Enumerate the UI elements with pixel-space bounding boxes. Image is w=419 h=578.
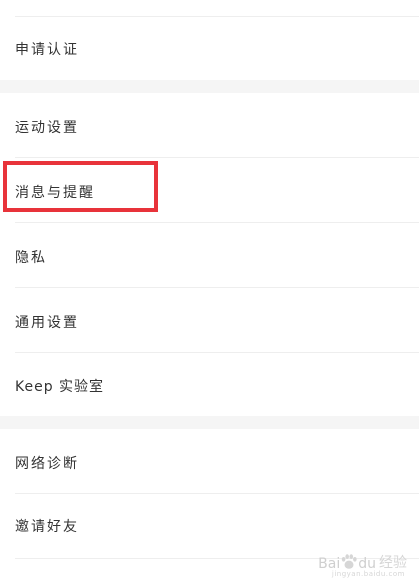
section-gap <box>0 416 419 429</box>
settings-page: 申请认证 运动设置 消息与提醒 隐私 通用设置 Keep 实验室 网络诊断 邀请… <box>0 0 419 578</box>
menu-item-label: 运动设置 <box>15 120 79 136</box>
menu-item-label: 邀请好友 <box>15 519 79 535</box>
menu-item-invite-friends[interactable]: 邀请好友 <box>0 494 419 558</box>
menu-item-network-diagnosis[interactable]: 网络诊断 <box>0 429 419 493</box>
menu-item-keep-lab[interactable]: Keep 实验室 <box>0 353 419 416</box>
menu-item-label: 申请认证 <box>15 42 79 58</box>
menu-item-label: 网络诊断 <box>15 456 79 472</box>
menu-item-label: 隐私 <box>15 250 47 266</box>
baidu-brand-text: Bai du <box>318 553 376 572</box>
menu-item-sport-settings[interactable]: 运动设置 <box>0 93 419 157</box>
menu-item-label: 通用设置 <box>15 315 79 331</box>
paw-icon <box>342 553 357 569</box>
menu-item-general-settings[interactable]: 通用设置 <box>0 288 419 352</box>
watermark-url: jingyan.baidu.com <box>331 570 405 578</box>
highlight-annotation <box>3 161 158 212</box>
baidu-watermark: Bai du 经验 <box>318 552 407 572</box>
watermark-cn-text: 经验 <box>379 555 407 571</box>
section-gap <box>0 80 419 93</box>
menu-item-label: Keep 实验室 <box>15 379 105 395</box>
menu-item-apply-certification[interactable]: 申请认证 <box>0 17 419 80</box>
menu-item-privacy[interactable]: 隐私 <box>0 223 419 287</box>
